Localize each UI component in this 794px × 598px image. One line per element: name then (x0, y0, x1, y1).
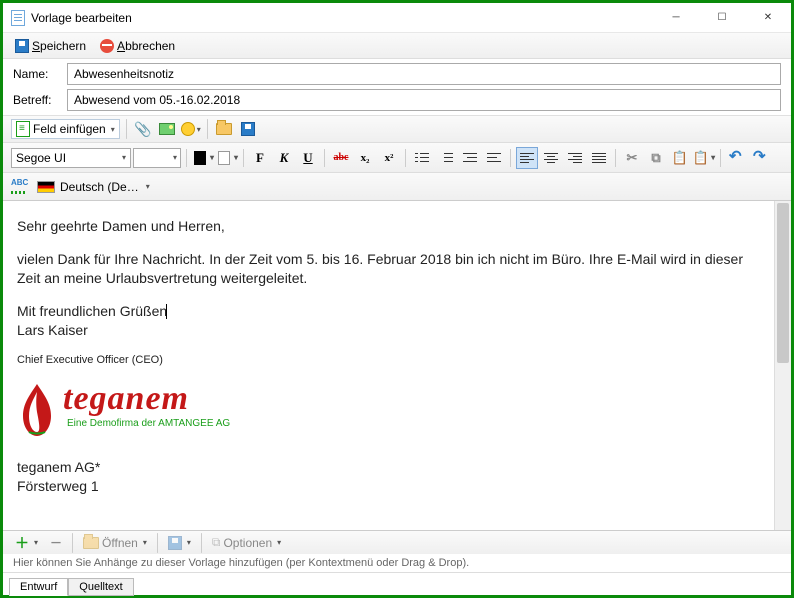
emoji-icon[interactable]: ▾ (181, 119, 201, 139)
disk-save-icon[interactable] (238, 119, 258, 139)
tab-source[interactable]: Quelltext (68, 578, 133, 596)
open-icon[interactable] (214, 119, 234, 139)
outdent-button[interactable] (459, 147, 481, 169)
folder-icon (83, 537, 99, 549)
name-row: Name: (3, 59, 791, 89)
window-title: Vorlage bearbeiten (31, 11, 132, 25)
signature-role: Chief Executive Officer (CEO) (17, 353, 760, 368)
remove-attachment-button[interactable]: － (46, 532, 66, 553)
undo-button[interactable] (726, 147, 748, 169)
spellcheck-icon[interactable] (11, 180, 27, 194)
minus-icon: － (50, 534, 62, 551)
window-controls: ─ ☐ ✕ (653, 3, 791, 33)
close-button[interactable]: ✕ (745, 3, 791, 33)
company-name: teganem AG* (17, 458, 760, 477)
save-icon (15, 39, 29, 53)
insert-field-icon (16, 121, 30, 137)
signature-name: Lars Kaiser (17, 321, 760, 340)
subject-row: Betreff: (3, 89, 791, 115)
format-toolbar: Segoe UI▾ ▾ ▾ ▾ F K U abc x₂ x² (3, 143, 791, 173)
open-attachment-button[interactable]: Öffnen▾ (79, 534, 151, 552)
subject-label: Betreff: (13, 93, 61, 107)
copy-button[interactable]: ⧉ (645, 147, 667, 169)
attachment-toolbar: ＋▾ － Öffnen▾ ▾ ⧉ Optionen▾ (3, 530, 791, 554)
scrollbar[interactable] (774, 201, 791, 530)
save-button[interactable]: Speichern (11, 37, 90, 55)
attachment-options-button[interactable]: ⧉ Optionen▾ (208, 533, 285, 552)
cut-button[interactable]: ✂ (621, 147, 643, 169)
strike-button[interactable]: abc (330, 147, 352, 169)
bold-button[interactable]: F (249, 147, 271, 169)
closing-line: Mit freundlichen Grüßen (17, 302, 760, 321)
document-icon (11, 10, 25, 26)
editor-area: Sehr geehrte Damen und Herren, vielen Da… (3, 201, 791, 530)
window-frame: Vorlage bearbeiten ─ ☐ ✕ Speichern Abbre… (0, 0, 794, 598)
redo-button[interactable] (750, 147, 772, 169)
numbering-button[interactable] (435, 147, 457, 169)
minimize-button[interactable]: ─ (653, 3, 699, 33)
subject-input[interactable] (67, 89, 781, 111)
font-select[interactable]: Segoe UI▾ (11, 148, 131, 168)
view-tabs: Entwurf Quelltext (3, 573, 791, 595)
titlebar: Vorlage bearbeiten ─ ☐ ✕ (3, 3, 791, 33)
insert-field-button[interactable]: Feld einfügen ▾ (11, 119, 120, 139)
paste-button[interactable]: 📋 (669, 147, 691, 169)
logo-text: teganem (63, 382, 230, 416)
insert-toolbar: Feld einfügen ▾ 📎 ▾ (3, 115, 791, 143)
bullets-button[interactable] (411, 147, 433, 169)
align-justify-button[interactable] (588, 147, 610, 169)
cancel-button[interactable]: Abbrechen (96, 37, 179, 55)
action-toolbar: Speichern Abbrechen (3, 33, 791, 59)
plus-icon: ＋ (15, 533, 29, 553)
flag-de-icon (37, 181, 55, 193)
cancel-icon (100, 39, 114, 53)
font-color-button[interactable]: ▾ (192, 147, 214, 169)
italic-button[interactable]: K (273, 147, 295, 169)
add-attachment-button[interactable]: ＋▾ (11, 531, 42, 555)
attachment-icon[interactable]: 📎 (133, 119, 153, 139)
scrollbar-thumb[interactable] (777, 203, 789, 363)
text-cursor (166, 304, 167, 319)
paste-special-button[interactable]: 📋▾ (693, 147, 715, 169)
name-label: Name: (13, 67, 61, 81)
language-select[interactable]: Deutsch (De… ▾ (33, 178, 154, 196)
logo-mark-icon (17, 382, 57, 438)
tab-design[interactable]: Entwurf (9, 578, 68, 596)
align-right-button[interactable] (564, 147, 586, 169)
superscript-button[interactable]: x² (378, 147, 400, 169)
subscript-button[interactable]: x₂ (354, 147, 376, 169)
chevron-down-icon: ▾ (146, 182, 150, 191)
image-icon[interactable] (157, 119, 177, 139)
highlight-button[interactable]: ▾ (216, 147, 238, 169)
greeting-line: Sehr geehrte Damen und Herren, (17, 217, 760, 236)
company-addr1: Försterweg 1 (17, 477, 760, 496)
attachment-hint: Hier können Sie Anhänge zu dieser Vorlag… (3, 554, 791, 573)
language-toolbar: Deutsch (De… ▾ (3, 173, 791, 201)
chevron-down-icon: ▾ (111, 125, 115, 134)
align-left-button[interactable] (516, 147, 538, 169)
save-attachment-button[interactable]: ▾ (164, 534, 195, 552)
maximize-button[interactable]: ☐ (699, 3, 745, 33)
indent-button[interactable] (483, 147, 505, 169)
body-paragraph: vielen Dank für Ihre Nachricht. In der Z… (17, 250, 760, 288)
name-input[interactable] (67, 63, 781, 85)
align-center-button[interactable] (540, 147, 562, 169)
company-logo: teganem Eine Demofirma der AMTANGEE AG (17, 382, 760, 438)
underline-button[interactable]: U (297, 147, 319, 169)
font-size-select[interactable]: ▾ (133, 148, 181, 168)
editor-body[interactable]: Sehr geehrte Damen und Herren, vielen Da… (3, 201, 774, 530)
logo-subtitle: Eine Demofirma der AMTANGEE AG (67, 418, 230, 429)
